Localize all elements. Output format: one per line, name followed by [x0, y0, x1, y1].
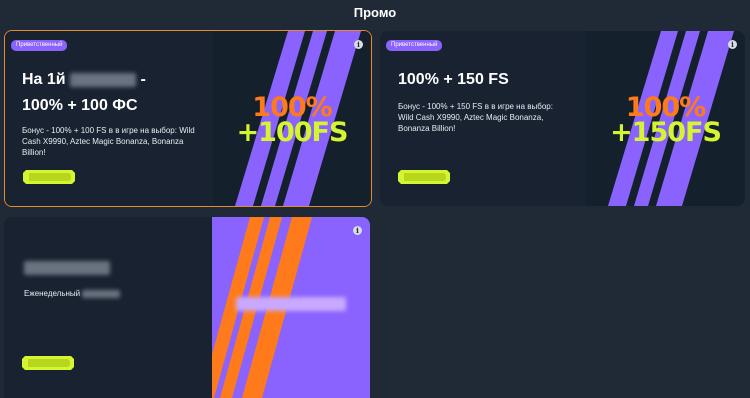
info-icon[interactable]: i: [728, 40, 737, 49]
banner-text: 100% +150FS: [610, 92, 722, 148]
info-icon[interactable]: i: [354, 40, 363, 49]
banner-text: 100% +100FS: [236, 92, 349, 148]
page-title: Промо: [353, 5, 397, 20]
blurred-text: [82, 289, 121, 298]
promo-banner: 100% +100FS i: [213, 31, 371, 206]
badge-welcome: Приветственный: [386, 40, 443, 51]
promo-title: На 1й - 100% + 100 ФС: [22, 71, 146, 114]
info-icon[interactable]: i: [353, 226, 362, 235]
promo-description: Бонус - 100% + 100 FS в в игре на выбор:…: [22, 126, 195, 157]
promo-card-1[interactable]: Приветственный На 1й - 100% + 100 ФС Бон…: [4, 30, 372, 207]
promo-banner: 100% +150FS i: [586, 31, 745, 206]
cta-button[interactable]: [23, 170, 75, 184]
blurred-banner-text: [236, 297, 346, 311]
promo-card-3[interactable]: Еженедельный i: [4, 217, 370, 398]
cta-button[interactable]: [22, 356, 74, 370]
blurred-text: [70, 72, 137, 87]
badge-welcome: Приветственный: [11, 40, 68, 51]
promo-title: 100% + 150 FS: [398, 71, 509, 88]
cta-button[interactable]: [398, 170, 450, 184]
blurred-title: [24, 261, 110, 275]
promo-card-2[interactable]: Приветственный 100% + 150 FS Бонус - 100…: [380, 31, 745, 206]
promo-description: Еженедельный: [24, 288, 204, 299]
promo-banner: i: [212, 217, 370, 398]
promo-description: Бонус - 100% + 150 FS в в игре на выбор:…: [398, 102, 553, 133]
